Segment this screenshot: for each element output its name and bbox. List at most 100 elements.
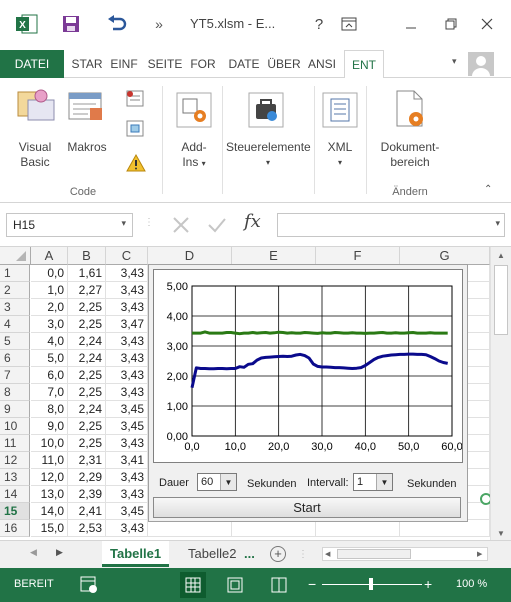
grid-cell[interactable]: 2,25 <box>68 316 106 333</box>
controls-icon[interactable] <box>248 92 284 128</box>
close-icon[interactable] <box>474 12 500 36</box>
grid-cell[interactable]: 2,53 <box>68 520 106 537</box>
insert-function-icon[interactable]: fx <box>244 211 261 232</box>
grid-cell[interactable]: 7,0 <box>31 384 68 401</box>
row-header[interactable]: 14 <box>0 486 30 503</box>
grid-cell[interactable]: 6,0 <box>31 367 68 384</box>
page-break-view-icon[interactable] <box>270 576 288 594</box>
grid-cell[interactable]: 3,0 <box>31 316 68 333</box>
grid-cell[interactable]: 10,0 <box>31 435 68 452</box>
grid-cell[interactable]: 14,0 <box>31 503 68 520</box>
row-header[interactable]: 15 <box>0 503 30 520</box>
grid-cell[interactable]: 3,43 <box>106 367 148 384</box>
grid-cell[interactable]: 2,0 <box>31 299 68 316</box>
grid-cell[interactable]: 2,27 <box>68 282 106 299</box>
scroll-down-icon[interactable]: ▼ <box>497 529 505 538</box>
tab-ansicht[interactable]: ANSI <box>304 50 340 78</box>
tab-entwicklertools[interactable]: ENT <box>344 50 384 79</box>
visual-basic-icon[interactable] <box>16 86 56 122</box>
grid-cell[interactable]: 3,45 <box>106 503 148 520</box>
duration-select[interactable]: 60 ▼ <box>197 473 237 491</box>
grid-cell[interactable]: 3,43 <box>106 520 148 537</box>
tab-daten[interactable]: DATE <box>224 50 264 78</box>
grid-cell[interactable]: 0,0 <box>31 265 68 282</box>
macro-security-warning-icon[interactable] <box>126 153 146 172</box>
zoom-slider-thumb[interactable] <box>369 578 373 590</box>
grid-cell[interactable]: 1,0 <box>31 282 68 299</box>
grid-cell[interactable]: 3,43 <box>106 265 148 282</box>
macro-recording-icon[interactable] <box>80 576 98 594</box>
macros-icon[interactable] <box>68 92 104 122</box>
save-icon[interactable] <box>58 12 84 36</box>
scroll-sheets-right-icon[interactable]: ▶ <box>56 547 63 558</box>
column-header-a[interactable]: A <box>31 247 68 265</box>
restore-icon[interactable] <box>438 12 464 36</box>
zoom-level[interactable]: 100 % <box>456 578 487 590</box>
user-avatar[interactable] <box>468 52 494 76</box>
scroll-right-icon[interactable]: ▶ <box>477 550 482 558</box>
xml-icon[interactable] <box>322 92 358 128</box>
grid-cell[interactable] <box>400 520 490 537</box>
normal-view-icon[interactable] <box>180 572 206 598</box>
grid-cell[interactable]: 1,61 <box>68 265 106 282</box>
formula-input[interactable]: ▾ <box>277 213 505 237</box>
relative-references-icon[interactable] <box>126 120 146 138</box>
chevron-down-icon[interactable]: ▼ <box>376 474 392 490</box>
row-header[interactable]: 16 <box>0 520 30 537</box>
tab-einfuegen[interactable]: EINF <box>106 50 142 78</box>
grid-cell[interactable]: 2,25 <box>68 435 106 452</box>
grid-cell[interactable]: 2,25 <box>68 418 106 435</box>
grid-cell[interactable] <box>232 520 316 537</box>
add-sheet-icon[interactable]: + <box>270 546 286 562</box>
grid-cell[interactable] <box>148 520 232 537</box>
interval-select[interactable]: 1 ▼ <box>353 473 393 491</box>
grid-cell[interactable]: 5,0 <box>31 350 68 367</box>
record-macro-icon[interactable] <box>126 90 146 108</box>
confirm-entry-icon[interactable] <box>206 215 228 235</box>
row-header[interactable]: 9 <box>0 401 30 418</box>
help-button[interactable]: ? <box>306 12 332 36</box>
undo-icon[interactable] <box>104 12 130 36</box>
row-header[interactable]: 1 <box>0 265 30 282</box>
grid-cell[interactable]: 2,41 <box>68 503 106 520</box>
controls-button[interactable]: Steuerelemente ▾ <box>226 140 311 170</box>
grid-cell[interactable]: 4,0 <box>31 333 68 350</box>
scroll-left-icon[interactable]: ◀ <box>325 550 330 558</box>
grid-cell[interactable]: 3,45 <box>106 418 148 435</box>
page-layout-view-icon[interactable] <box>226 576 244 594</box>
grid-cell[interactable]: 3,45 <box>106 401 148 418</box>
column-header-e[interactable]: E <box>232 247 316 265</box>
tab-split-grip-icon[interactable]: ⋮ <box>298 549 308 560</box>
grid-cell[interactable]: 2,39 <box>68 486 106 503</box>
grid-cell[interactable]: 2,29 <box>68 469 106 486</box>
grid-cell[interactable]: 2,25 <box>68 299 106 316</box>
grid-cell[interactable]: 2,24 <box>68 401 106 418</box>
grid-cell[interactable]: 2,24 <box>68 333 106 350</box>
row-header[interactable]: 11 <box>0 435 30 452</box>
chevron-down-icon[interactable]: ▼ <box>220 474 236 490</box>
grid-cell[interactable]: 3,43 <box>106 333 148 350</box>
visual-basic-button[interactable]: Visual Basic <box>8 140 62 170</box>
row-header[interactable]: 2 <box>0 282 30 299</box>
name-box[interactable]: H15 ▾ <box>6 213 133 237</box>
ribbon-display-icon[interactable] <box>336 12 362 36</box>
grid-cell[interactable] <box>316 520 400 537</box>
grid-cell[interactable]: 2,25 <box>68 384 106 401</box>
row-header[interactable]: 6 <box>0 350 30 367</box>
zoom-out-icon[interactable]: − <box>308 576 316 592</box>
grid-cell[interactable]: 3,43 <box>106 299 148 316</box>
row-header[interactable]: 5 <box>0 333 30 350</box>
chevron-down-icon[interactable]: ▾ <box>121 218 126 229</box>
selection-handle[interactable] <box>480 493 490 505</box>
column-header-d[interactable]: D <box>148 247 232 265</box>
horizontal-scrollbar[interactable]: ◀ ▶ <box>322 547 488 561</box>
row-header[interactable]: 12 <box>0 452 30 469</box>
grid-cell[interactable]: 12,0 <box>31 469 68 486</box>
grid-cell[interactable]: 8,0 <box>31 401 68 418</box>
grid-cell[interactable]: 3,43 <box>106 282 148 299</box>
zoom-in-icon[interactable]: + <box>424 576 432 592</box>
row-header[interactable]: 8 <box>0 384 30 401</box>
scroll-thumb[interactable] <box>494 265 508 335</box>
grid-cell[interactable]: 3,43 <box>106 486 148 503</box>
grid-cell[interactable]: 3,43 <box>106 469 148 486</box>
